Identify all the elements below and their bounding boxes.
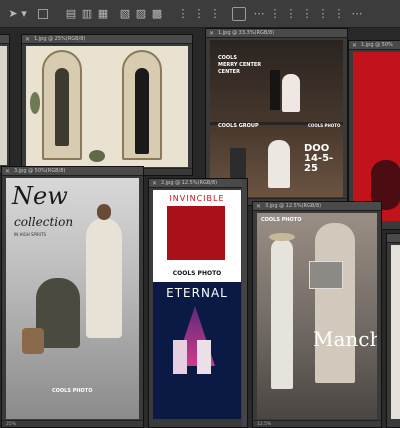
align-top-icon[interactable]: ▧ bbox=[118, 7, 132, 21]
brand-text: COOLS PHOTO bbox=[261, 217, 302, 223]
distribute-center-icon[interactable]: ⋮ bbox=[192, 7, 206, 21]
document-window-invincible[interactable]: ✕ 2.jpg @ 12.5%(RGB/8) INVINCIBLE COOLS … bbox=[148, 178, 248, 428]
transform-icon[interactable] bbox=[232, 7, 246, 21]
align-left-icon[interactable]: ▤ bbox=[64, 7, 78, 21]
document-window-wedding[interactable]: ✕ 1.jpg @ 25%(RGB/8) 25% bbox=[21, 34, 193, 176]
distribute-left-icon[interactable]: ⋮ bbox=[176, 7, 190, 21]
brand-text: COOLS PHOTO bbox=[172, 270, 222, 277]
document-titlebar[interactable] bbox=[0, 35, 9, 44]
document-title: 1.jpg @ 33.3%(RGB/8) bbox=[218, 30, 275, 36]
more-options-icon[interactable]: ⋯ bbox=[252, 7, 266, 21]
document-canvas[interactable] bbox=[353, 52, 400, 221]
close-icon[interactable]: ✕ bbox=[352, 41, 357, 50]
figure bbox=[197, 340, 211, 374]
document-titlebar[interactable]: ✕ 2.jpg @ 12.5%(RGB/8) bbox=[149, 179, 247, 188]
figure-head bbox=[97, 204, 111, 220]
plant-decoration bbox=[30, 92, 40, 114]
move-tool-icon[interactable]: ➤ bbox=[6, 7, 20, 21]
distribute-icon[interactable]: ⋮ bbox=[284, 7, 298, 21]
document-title: 3.jpg @ 50%(RGB/8) bbox=[14, 168, 66, 174]
tagline: IN HIGH SPIRITS bbox=[14, 232, 47, 237]
document-canvas[interactable] bbox=[0, 46, 7, 165]
document-title: 1.jpg @ 50% bbox=[361, 42, 393, 48]
figure-groom bbox=[135, 68, 149, 154]
more-icon[interactable]: ⋯ bbox=[350, 7, 364, 21]
figure-bride bbox=[268, 140, 290, 188]
footer-brand: COOLS PHOTO bbox=[52, 388, 93, 394]
distribute-icon[interactable]: ⋮ bbox=[316, 7, 330, 21]
document-title: 3.jpg @ 12.5%(RGB/8) bbox=[265, 203, 322, 209]
document-window-edge[interactable] bbox=[0, 34, 10, 174]
auto-select-checkbox[interactable] bbox=[38, 9, 48, 19]
document-title: 2.jpg @ 12.5%(RGB/8) bbox=[161, 180, 218, 186]
document-window-collection[interactable]: ✕ 3.jpg @ 50%(RGB/8) New collection IN H… bbox=[1, 166, 144, 428]
distribute-icon[interactable]: ⋮ bbox=[332, 7, 346, 21]
options-bar: ➤ ▾ ▤ ▥ ▦ ▧ ▨ ▩ ⋮ ⋮ ⋮ ⋯ ⋮ ⋮ ⋮ ⋮ ⋮ ⋯ bbox=[0, 0, 400, 28]
figure-woman bbox=[271, 239, 293, 389]
document-titlebar[interactable]: ✕ 1.jpg @ 25%(RGB/8) bbox=[22, 35, 192, 44]
document-titlebar[interactable]: ✕ 1.jpg @ 33.3%(RGB/8) bbox=[206, 29, 347, 38]
headline-new: New bbox=[12, 182, 68, 210]
chevron-down-icon[interactable]: ▾ bbox=[20, 7, 28, 21]
align-right-icon[interactable]: ▦ bbox=[96, 7, 110, 21]
word-invincible: INVINCIBLE bbox=[169, 194, 225, 203]
document-titlebar[interactable]: ✕ 1.jpg @ 50% bbox=[349, 41, 400, 50]
document-canvas[interactable]: New collection IN HIGH SPIRITS COOLS PHO… bbox=[6, 178, 139, 419]
close-icon[interactable]: ✕ bbox=[5, 167, 10, 176]
word-eternal: ETERNAL bbox=[166, 286, 228, 300]
workspace: ✕ 1.jpg @ 25%(RGB/8) 25% ✕ 1.jpg @ 33.3%… bbox=[0, 28, 400, 428]
figure-man bbox=[315, 223, 355, 383]
headline-collection: collection bbox=[14, 215, 74, 229]
figure-fur-coat bbox=[86, 218, 122, 338]
figure-groom bbox=[270, 70, 280, 110]
align-bottom-icon[interactable]: ▩ bbox=[150, 7, 164, 21]
document-titlebar[interactable]: ✕ 3.jpg @ 50%(RGB/8) bbox=[2, 167, 143, 176]
figure bbox=[173, 340, 187, 374]
align-center-icon[interactable]: ▥ bbox=[80, 7, 94, 21]
document-canvas[interactable] bbox=[26, 46, 188, 167]
distribute-right-icon[interactable]: ⋮ bbox=[208, 7, 222, 21]
document-titlebar[interactable] bbox=[387, 234, 400, 243]
document-canvas[interactable]: INVINCIBLE COOLS PHOTO ETERNAL bbox=[153, 190, 241, 419]
newspaper bbox=[309, 261, 343, 289]
hat bbox=[269, 233, 295, 241]
close-icon[interactable]: ✕ bbox=[25, 35, 30, 44]
document-title: 1.jpg @ 25%(RGB/8) bbox=[34, 36, 86, 42]
document-canvas[interactable]: COOLS PHOTO Manchester bbox=[257, 213, 377, 419]
distribute-icon[interactable]: ⋮ bbox=[300, 7, 314, 21]
plant-decoration bbox=[89, 150, 105, 162]
close-icon[interactable]: ✕ bbox=[152, 179, 157, 188]
document-window-manchester[interactable]: ✕ 3.jpg @ 12.5%(RGB/8) COOLS PHOTO Manch… bbox=[252, 201, 382, 428]
figure-bride bbox=[282, 74, 300, 112]
scrollbar[interactable] bbox=[242, 179, 247, 427]
document-canvas[interactable] bbox=[391, 245, 400, 419]
distribute-icon[interactable]: ⋮ bbox=[268, 7, 282, 21]
prop-basket bbox=[22, 328, 44, 354]
red-grid-image bbox=[167, 206, 225, 260]
document-canvas[interactable]: COOLS MERRY CENTER CENTER COOLS GROUP CO… bbox=[210, 40, 343, 197]
document-window-edge[interactable] bbox=[386, 233, 400, 428]
figure-bride bbox=[55, 68, 69, 146]
word-manchester: Manchester bbox=[313, 327, 377, 351]
close-icon[interactable]: ✕ bbox=[209, 29, 214, 38]
document-titlebar[interactable]: ✕ 3.jpg @ 12.5%(RGB/8) bbox=[253, 202, 381, 211]
align-middle-icon[interactable]: ▨ bbox=[134, 7, 148, 21]
close-icon[interactable]: ✕ bbox=[256, 202, 261, 211]
